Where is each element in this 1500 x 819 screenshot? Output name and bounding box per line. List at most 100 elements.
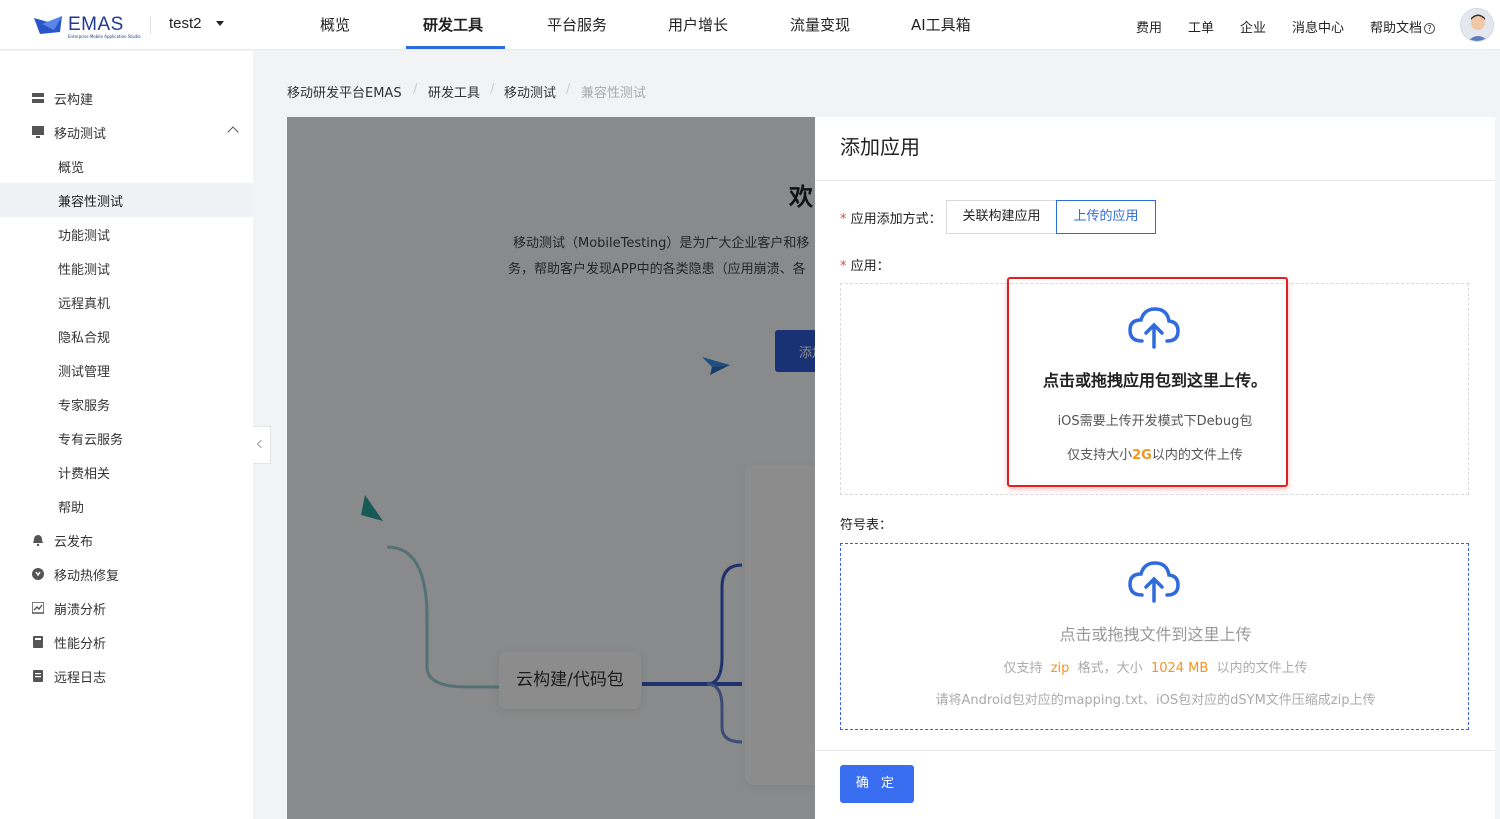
avatar-image-icon	[1467, 14, 1489, 41]
sidebar-item-label: 移动热修复	[54, 569, 120, 584]
sidebar-item-crash-analysis[interactable]: 崩溃分析	[0, 591, 253, 625]
drawer-divider	[815, 180, 1495, 181]
sidebar-item-label: 功能测试	[58, 229, 111, 244]
drawer-footer-divider	[815, 750, 1495, 751]
method-option-uploaded[interactable]: 上传的应用	[1056, 200, 1156, 234]
server-icon	[32, 93, 44, 103]
cloud-upload-icon[interactable]	[1128, 561, 1182, 603]
caret-down-icon[interactable]	[216, 21, 224, 26]
method-label-text: 应用添加方式：	[850, 212, 942, 227]
tickets-link[interactable]: 工单	[1188, 17, 1214, 36]
symbol-upload-dropzone[interactable]: 点击或拖拽文件到这里上传 仅支持 zip 格式，大小 1024 MB 以内的文件…	[840, 543, 1469, 730]
hotfix-icon	[32, 568, 44, 580]
sidebar-collapse-button[interactable]	[253, 426, 271, 464]
message-center-link[interactable]: 消息中心	[1292, 17, 1344, 36]
nav-platform-services[interactable]: 平台服务	[547, 14, 607, 35]
breadcrumb-separator: /	[566, 82, 571, 97]
method-label: * 应用添加方式：	[840, 212, 942, 227]
format-hint-mid: 格式，大小	[1077, 661, 1143, 676]
sidebar-item-label: 帮助	[58, 501, 85, 516]
question-circle-icon: ?	[1424, 23, 1436, 34]
sidebar-subitem-performance[interactable]: 性能测试	[0, 251, 253, 285]
sidebar-item-label: 崩溃分析	[54, 603, 107, 618]
sidebar-subitem-functional[interactable]: 功能测试	[0, 217, 253, 251]
nav-traffic-monetization[interactable]: 流量变现	[790, 14, 850, 35]
sidebar-item-label: 远程真机	[58, 297, 111, 312]
chart-icon	[32, 602, 44, 614]
chevron-left-icon	[256, 439, 266, 449]
highlight-annotation-box	[1007, 277, 1288, 487]
breadcrumb-mobile-testing[interactable]: 移动测试	[504, 82, 556, 101]
sidebar-subitem-compatibility[interactable]: 兼容性测试	[0, 183, 253, 217]
sidebar-item-cloud-build[interactable]: 云构建	[0, 81, 253, 115]
sidebar-item-label: 云构建	[54, 93, 94, 108]
modal-mask[interactable]	[287, 117, 815, 819]
sidebar-subitem-test-management[interactable]: 测试管理	[0, 353, 253, 387]
log-icon	[33, 670, 43, 682]
format-hint-prefix: 仅支持	[1003, 661, 1043, 676]
header-divider	[150, 16, 151, 34]
sidebar-subitem-billing[interactable]: 计费相关	[0, 455, 253, 489]
help-docs-label: 帮助文档	[1370, 21, 1423, 36]
sidebar-item-performance-analysis[interactable]: 性能分析	[0, 625, 253, 659]
breadcrumb-emas[interactable]: 移动研发平台EMAS	[287, 82, 402, 101]
project-selector[interactable]: test2	[169, 15, 202, 32]
symbol-table-label: 符号表：	[840, 518, 893, 533]
breadcrumb-dev-tools[interactable]: 研发工具	[428, 82, 480, 101]
sidebar-item-label: 专有云服务	[58, 433, 124, 448]
sidebar-item-label: 专家服务	[58, 399, 111, 414]
active-nav-indicator	[406, 46, 505, 49]
fees-link[interactable]: 费用	[1136, 17, 1162, 36]
app-label-text: 应用：	[850, 259, 890, 274]
chevron-up-icon[interactable]	[227, 126, 239, 138]
symbol-upload-hint-mapping: 请将Android包对应的mapping.txt、iOS包对应的dSYM文件压缩…	[935, 693, 1376, 708]
help-docs-link[interactable]: 帮助文档?	[1370, 17, 1436, 36]
enterprise-link[interactable]: 企业	[1240, 17, 1266, 36]
nav-ai-toolbox[interactable]: AI工具箱	[911, 14, 971, 35]
sidebar-subitem-remote-device[interactable]: 远程真机	[0, 285, 253, 319]
format-hint-size: 1024 MB	[1150, 661, 1209, 676]
monitor-icon	[32, 126, 44, 138]
symbol-upload-hint-format: 仅支持 zip 格式，大小 1024 MB 以内的文件上传	[841, 657, 1470, 676]
sidebar-item-label: 概览	[58, 161, 85, 176]
sidebar-item-label: 移动测试	[54, 127, 107, 142]
logo-text[interactable]: EMAS	[68, 14, 124, 36]
drawer-title: 添加应用	[840, 135, 920, 159]
sidebar-item-label: 隐私合规	[58, 331, 111, 346]
logo-subtitle: Enterprise Mobile Application Studio	[68, 34, 141, 39]
sidebar-item-hotfix[interactable]: 移动热修复	[0, 557, 253, 591]
top-navbar: EMAS Enterprise Mobile Application Studi…	[0, 0, 1500, 50]
sidebar-item-label: 测试管理	[58, 365, 111, 380]
nav-user-growth[interactable]: 用户增长	[668, 14, 728, 35]
sidebar-subitem-help[interactable]: 帮助	[0, 489, 253, 523]
confirm-button[interactable]: 确 定	[840, 765, 914, 803]
breadcrumb-separator: /	[413, 82, 418, 97]
sidebar-item-label: 性能分析	[54, 637, 107, 652]
sidebar-subitem-expert-services[interactable]: 专家服务	[0, 387, 253, 421]
sidebar-subitem-overview[interactable]: 概览	[0, 149, 253, 183]
symbol-upload-title: 点击或拖拽文件到这里上传	[1059, 625, 1252, 644]
nav-dev-tools[interactable]: 研发工具	[423, 14, 483, 35]
add-app-drawer: 添加应用 * 应用添加方式： 关联构建应用 上传的应用 * 应用： 点击或拖拽应…	[815, 117, 1495, 819]
sidebar-subitem-private-cloud[interactable]: 专有云服务	[0, 421, 253, 455]
app-label: * 应用：	[840, 259, 890, 274]
sidebar-item-label: 云发布	[54, 535, 94, 550]
sidebar-item-mobile-testing[interactable]: 移动测试	[0, 115, 253, 149]
sidebar-item-label: 远程日志	[54, 671, 107, 686]
user-avatar[interactable]	[1460, 8, 1494, 42]
breadcrumb-current: 兼容性测试	[581, 86, 647, 101]
book-icon	[33, 636, 43, 648]
format-hint-suffix: 以内的文件上传	[1216, 661, 1308, 676]
method-option-linked-build[interactable]: 关联构建应用	[946, 200, 1057, 234]
breadcrumb-separator: /	[490, 82, 495, 97]
sidebar-item-label: 性能测试	[58, 263, 111, 278]
nav-overview[interactable]: 概览	[320, 14, 350, 35]
sidebar-subitem-privacy[interactable]: 隐私合规	[0, 319, 253, 353]
sidebar-item-remote-log[interactable]: 远程日志	[0, 659, 253, 693]
bell-icon	[33, 535, 43, 546]
format-hint-zip: zip	[1050, 661, 1070, 676]
sidebar-item-label: 计费相关	[58, 467, 111, 482]
sidebar-item-label: 兼容性测试	[58, 195, 124, 210]
sidebar-item-cloud-release[interactable]: 云发布	[0, 523, 253, 557]
sidebar: 云构建 移动测试 概览 兼容性测试 功能测试 性能测试 远程真机 隐私合规 测试…	[0, 51, 253, 819]
